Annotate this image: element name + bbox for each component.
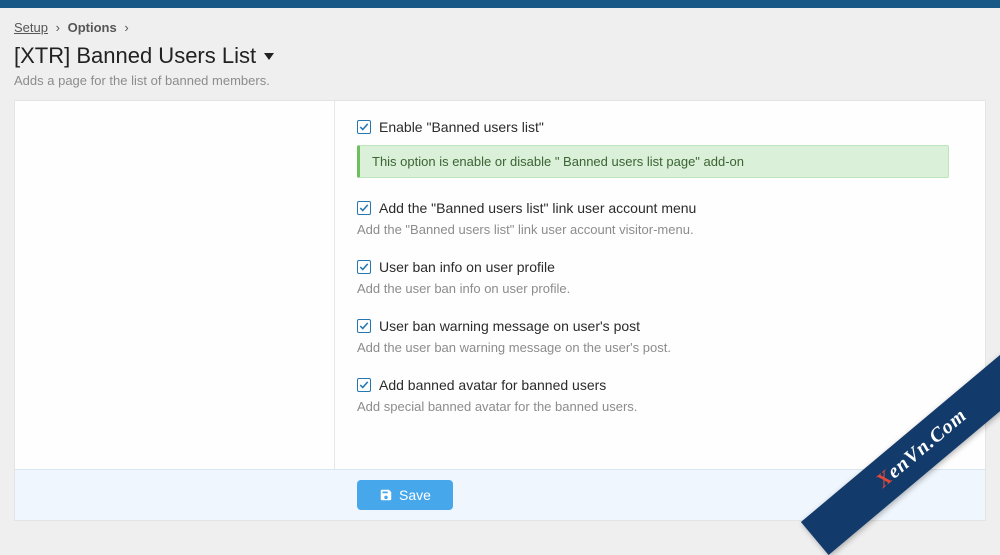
- checkbox-enable[interactable]: [357, 120, 371, 134]
- option-desc: Add the user ban info on user profile.: [357, 281, 949, 296]
- check-icon: [359, 203, 369, 213]
- chevron-right-icon: ›: [124, 20, 128, 35]
- save-icon: [379, 488, 393, 502]
- option-desc: Add the user ban warning message on the …: [357, 340, 949, 355]
- option-link-menu: Add the "Banned users list" link user ac…: [357, 200, 949, 237]
- option-label: User ban info on user profile: [379, 259, 555, 275]
- save-button-label: Save: [399, 487, 431, 503]
- check-icon: [359, 321, 369, 331]
- page-title: [XTR] Banned Users List: [14, 43, 256, 69]
- page-title-dropdown[interactable]: [XTR] Banned Users List: [14, 43, 274, 69]
- top-bar: [0, 0, 1000, 8]
- breadcrumb-options[interactable]: Options: [68, 20, 117, 35]
- save-button[interactable]: Save: [357, 480, 453, 510]
- option-profile-info: User ban info on user profile Add the us…: [357, 259, 949, 296]
- breadcrumb: Setup › Options ›: [0, 8, 1000, 39]
- checkbox-warning-post[interactable]: [357, 319, 371, 333]
- option-warning-post: User ban warning message on user's post …: [357, 318, 949, 355]
- option-hint: This option is enable or disable " Banne…: [357, 145, 949, 178]
- check-icon: [359, 380, 369, 390]
- page-description: Adds a page for the list of banned membe…: [0, 71, 1000, 100]
- check-icon: [359, 262, 369, 272]
- caret-down-icon: [264, 53, 274, 60]
- panel-left: [15, 101, 335, 469]
- option-label: Add banned avatar for banned users: [379, 377, 606, 393]
- option-enable: Enable "Banned users list" This option i…: [357, 119, 949, 178]
- option-desc: Add special banned avatar for the banned…: [357, 399, 949, 414]
- option-label: User ban warning message on user's post: [379, 318, 640, 334]
- option-desc: Add the "Banned users list" link user ac…: [357, 222, 949, 237]
- check-icon: [359, 122, 369, 132]
- option-label: Enable "Banned users list": [379, 119, 544, 135]
- breadcrumb-setup[interactable]: Setup: [14, 20, 48, 35]
- checkbox-profile-info[interactable]: [357, 260, 371, 274]
- checkbox-banned-avatar[interactable]: [357, 378, 371, 392]
- panel-right: Enable "Banned users list" This option i…: [335, 101, 985, 469]
- option-banned-avatar: Add banned avatar for banned users Add s…: [357, 377, 949, 414]
- option-label: Add the "Banned users list" link user ac…: [379, 200, 696, 216]
- chevron-right-icon: ›: [56, 20, 60, 35]
- panel-footer: Save: [15, 469, 985, 520]
- options-panel: Enable "Banned users list" This option i…: [14, 100, 986, 521]
- checkbox-link-menu[interactable]: [357, 201, 371, 215]
